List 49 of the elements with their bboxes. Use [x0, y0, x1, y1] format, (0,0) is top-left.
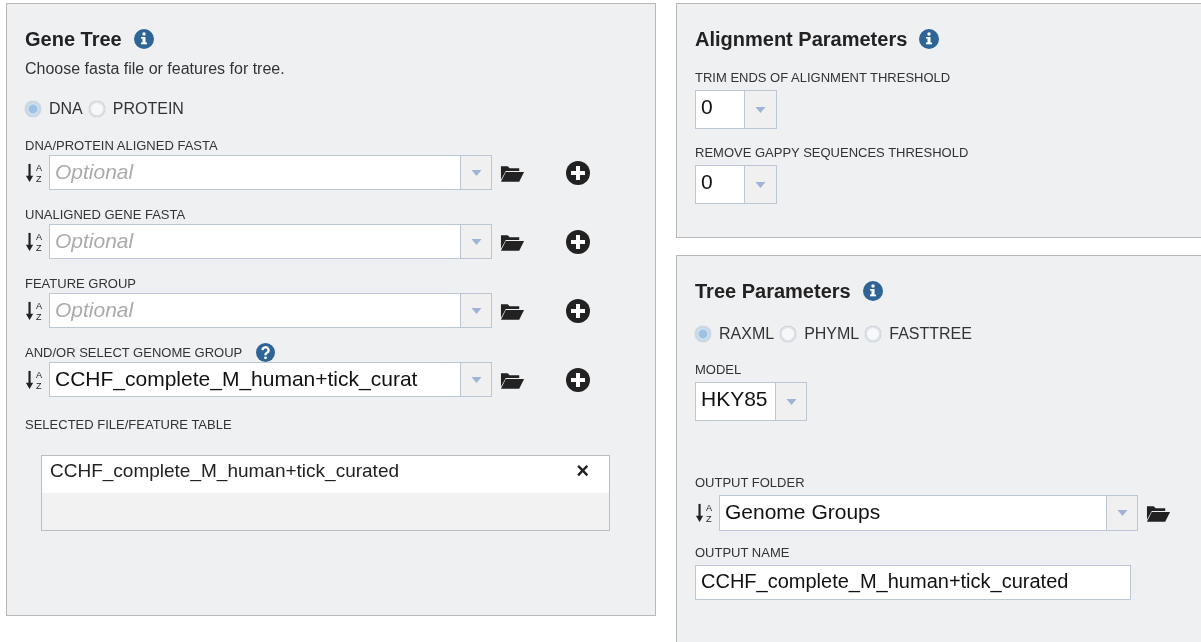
caret-icon: [755, 106, 766, 113]
radio-button[interactable]: [25, 101, 41, 117]
caret-icon: [470, 238, 482, 245]
select-field[interactable]: CCHF_complete_M_human+tick_curat: [49, 362, 492, 397]
output-folder-select[interactable]: Genome Groups: [719, 495, 1138, 531]
field-label: UNALIGNED GENE FASTA: [25, 206, 186, 222]
remove-button[interactable]: ×: [576, 460, 589, 482]
radio-button[interactable]: [865, 326, 882, 342]
field-label: DNA/PROTEIN ALIGNED FASTA: [25, 137, 218, 153]
select-field[interactable]: 0: [695, 90, 777, 129]
field-label: REMOVE GAPPY SEQUENCES THRESHOLD: [695, 145, 970, 160]
table-cell: CCHF_complete_M_human+tick_curated: [50, 460, 400, 482]
output-name-field[interactable]: CCHF_complete_M_human+tick_curated: [695, 565, 1131, 600]
caret-icon: [755, 181, 766, 188]
radio-button[interactable]: [88, 101, 105, 117]
panel-title: Gene Tree: [25, 27, 122, 51]
field-label: TRIM ENDS OF ALIGNMENT THRESHOLD: [695, 70, 952, 85]
caret-icon: [1116, 510, 1128, 516]
radio-label: PHYML: [804, 325, 860, 343]
field-label: AND/OR SELECT GENOME GROUP: [25, 344, 243, 360]
radio-button[interactable]: [780, 326, 797, 342]
description-text: Choose fasta file or features for tree.: [25, 60, 286, 78]
add-icon[interactable]: [566, 367, 590, 392]
folder-icon[interactable]: [1146, 503, 1171, 523]
info-icon[interactable]: [919, 29, 940, 49]
caret-icon: [470, 169, 482, 176]
add-icon[interactable]: [566, 160, 590, 185]
field-label: MODEL: [695, 362, 743, 377]
info-icon[interactable]: [133, 29, 154, 49]
radio-label: RAXML: [719, 325, 775, 343]
table-label: SELECTED FILE/FEATURE TABLE: [25, 417, 233, 432]
add-icon[interactable]: [566, 229, 590, 254]
radio-label: FASTTREE: [889, 325, 972, 343]
field-label: FEATURE GROUP: [25, 275, 136, 291]
select-field[interactable]: 0: [695, 165, 777, 204]
panel-title: Alignment Parameters: [695, 27, 908, 51]
radio-label: DNA: [49, 100, 83, 118]
radio-button[interactable]: [695, 326, 711, 342]
panel-title: Tree Parameters: [695, 279, 851, 303]
model-select[interactable]: HKY85: [695, 382, 807, 421]
caret-icon: [785, 398, 797, 405]
add-icon[interactable]: [566, 298, 590, 323]
field-label: OUTPUT NAME: [695, 545, 791, 560]
field-label: OUTPUT FOLDER: [695, 475, 806, 490]
caret-icon: [470, 307, 482, 314]
caret-icon: [470, 376, 482, 383]
radio-label: PROTEIN: [112, 100, 184, 118]
help-icon[interactable]: [256, 342, 276, 362]
info-icon[interactable]: [862, 281, 883, 301]
